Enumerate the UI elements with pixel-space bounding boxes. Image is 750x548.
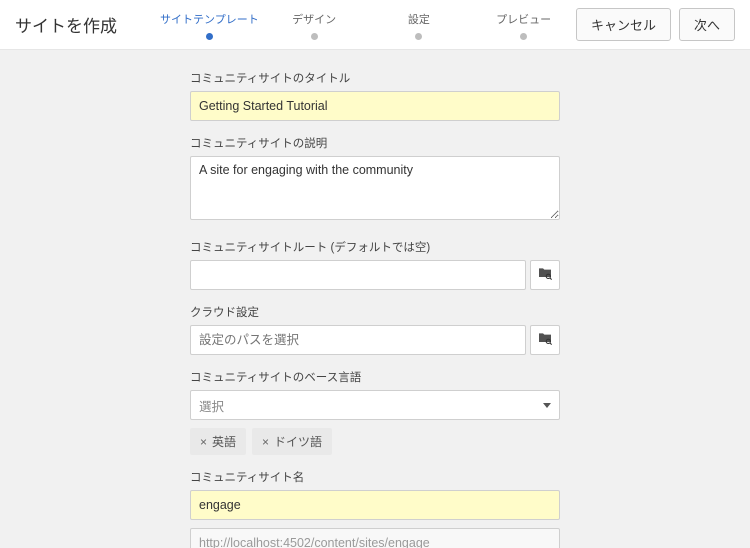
remove-tag-icon: × xyxy=(200,435,207,449)
browse-cloud-button[interactable] xyxy=(530,325,560,355)
step-preview[interactable]: プレビュー xyxy=(471,11,576,41)
lang-tag-en[interactable]: × 英語 xyxy=(190,428,246,455)
step-label: プレビュー xyxy=(496,14,551,26)
wizard-steps: サイトテンプレート デザイン 設定 プレビュー xyxy=(157,9,576,41)
form-body: コミュニティサイトのタイトル コミュニティサイトの説明 コミュニティサイトルート… xyxy=(0,50,750,548)
label-site-root: コミュニティサイトルート (デフォルトでは空) xyxy=(190,239,560,255)
label-base-lang: コミュニティサイトのベース言語 xyxy=(190,369,560,385)
site-name-input[interactable] xyxy=(190,490,560,520)
wizard-header: サイトを作成 サイトテンプレート デザイン 設定 プレビュー キャンセル 次へ xyxy=(0,0,750,50)
tag-label: ドイツ語 xyxy=(274,433,322,450)
label-cloud: クラウド設定 xyxy=(190,304,560,320)
step-label: デザイン xyxy=(292,14,336,26)
wizard-title: サイトを作成 xyxy=(15,12,157,37)
remove-tag-icon: × xyxy=(262,435,269,449)
browse-root-button[interactable] xyxy=(530,260,560,290)
site-desc-textarea[interactable] xyxy=(190,156,560,220)
step-site-template[interactable]: サイトテンプレート xyxy=(157,11,262,41)
label-site-desc: コミュニティサイトの説明 xyxy=(190,135,560,151)
cancel-button[interactable]: キャンセル xyxy=(576,8,671,41)
step-label: 設定 xyxy=(408,14,430,26)
site-title-input[interactable] xyxy=(190,91,560,121)
step-settings[interactable]: 設定 xyxy=(367,11,472,41)
site-root-input[interactable] xyxy=(190,260,526,290)
url-text: http://localhost:4502/content/sites/enga… xyxy=(199,536,430,548)
site-url-preview: http://localhost:4502/content/sites/enga… xyxy=(190,528,560,548)
label-site-name: コミュニティサイト名 xyxy=(190,469,560,485)
label-site-title: コミュニティサイトのタイトル xyxy=(190,70,560,86)
header-buttons: キャンセル 次へ xyxy=(576,8,735,41)
lang-tags: × 英語 × ドイツ語 xyxy=(190,428,560,455)
select-placeholder: 選択 xyxy=(199,396,224,415)
next-button[interactable]: 次へ xyxy=(679,8,735,41)
chevron-down-icon xyxy=(543,403,551,408)
folder-search-icon xyxy=(537,330,553,351)
step-label: サイトテンプレート xyxy=(160,14,259,26)
step-design[interactable]: デザイン xyxy=(262,11,367,41)
cloud-path-input[interactable] xyxy=(190,325,526,355)
base-lang-select[interactable]: 選択 xyxy=(190,390,560,420)
lang-tag-de[interactable]: × ドイツ語 xyxy=(252,428,332,455)
tag-label: 英語 xyxy=(212,433,236,450)
folder-search-icon xyxy=(537,265,553,286)
